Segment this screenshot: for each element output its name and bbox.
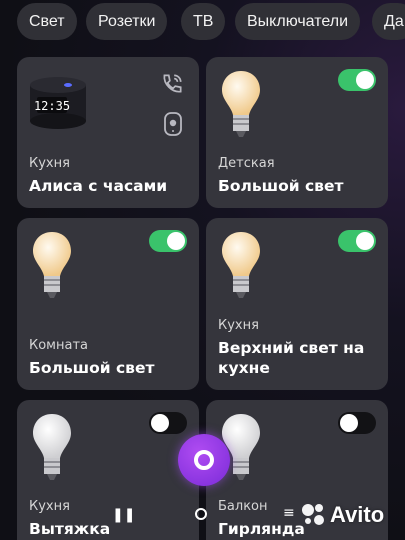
- light-bulb-icon: [222, 232, 260, 298]
- device-card-room-light[interactable]: Комната Большой свет: [17, 218, 199, 390]
- power-toggle[interactable]: [338, 230, 376, 252]
- power-toggle[interactable]: [338, 69, 376, 91]
- light-bulb-icon: [33, 414, 71, 480]
- menu-lines-icon[interactable]: ≡: [283, 505, 295, 521]
- device-room: Комната: [29, 338, 88, 353]
- smart-speaker-icon: 12:35: [30, 77, 86, 129]
- light-bulb-icon: [222, 71, 260, 137]
- device-name: Вытяжка: [29, 520, 111, 538]
- alice-ring-icon: [194, 450, 214, 470]
- phone-call-icon[interactable]: [159, 71, 185, 97]
- filter-chip-sockets[interactable]: Розетки: [86, 3, 168, 40]
- filter-chip-more[interactable]: Да: [372, 3, 405, 40]
- device-name: Алиса с часами: [29, 177, 168, 195]
- clock-display: 12:35: [34, 99, 70, 113]
- device-room: Балкон: [218, 499, 268, 514]
- intercom-icon[interactable]: [162, 111, 184, 137]
- power-toggle[interactable]: [338, 412, 376, 434]
- power-toggle[interactable]: [149, 230, 187, 252]
- device-room: Кухня: [29, 499, 70, 514]
- filter-chip-switches[interactable]: Выключатели: [235, 3, 361, 40]
- avito-logo-icon: [302, 504, 324, 525]
- alice-voice-assistant-button[interactable]: [178, 434, 230, 486]
- power-toggle[interactable]: [149, 412, 187, 434]
- device-room: Детская: [218, 156, 275, 171]
- filter-chip-tv[interactable]: ТВ: [181, 3, 226, 40]
- filter-chip-light[interactable]: Свет: [17, 3, 77, 40]
- device-name: Большой свет: [29, 359, 155, 377]
- recent-apps-icon[interactable]: ❚❚: [112, 507, 135, 523]
- avito-watermark: Avito: [300, 500, 400, 530]
- device-room: Кухня: [218, 318, 259, 333]
- device-card-kitchen-ceiling-light[interactable]: Кухня Верхний свет на кухне: [206, 218, 388, 390]
- device-card-alice-clock[interactable]: 12:35 Кухня Алиса с часами: [17, 57, 199, 208]
- avito-text: Avito: [330, 502, 385, 527]
- device-room: Кухня: [29, 156, 70, 171]
- light-bulb-icon: [33, 232, 71, 298]
- filter-chips: Свет Розетки ТВ Выключатели Да: [17, 3, 405, 41]
- device-card-kitchen-hood[interactable]: Кухня Вытяжка: [17, 400, 199, 540]
- home-circle-icon[interactable]: [195, 508, 207, 520]
- device-card-nursery-light[interactable]: Детская Большой свет: [206, 57, 388, 208]
- device-name: Большой свет: [218, 177, 344, 195]
- device-name: Верхний свет на кухне: [218, 339, 365, 377]
